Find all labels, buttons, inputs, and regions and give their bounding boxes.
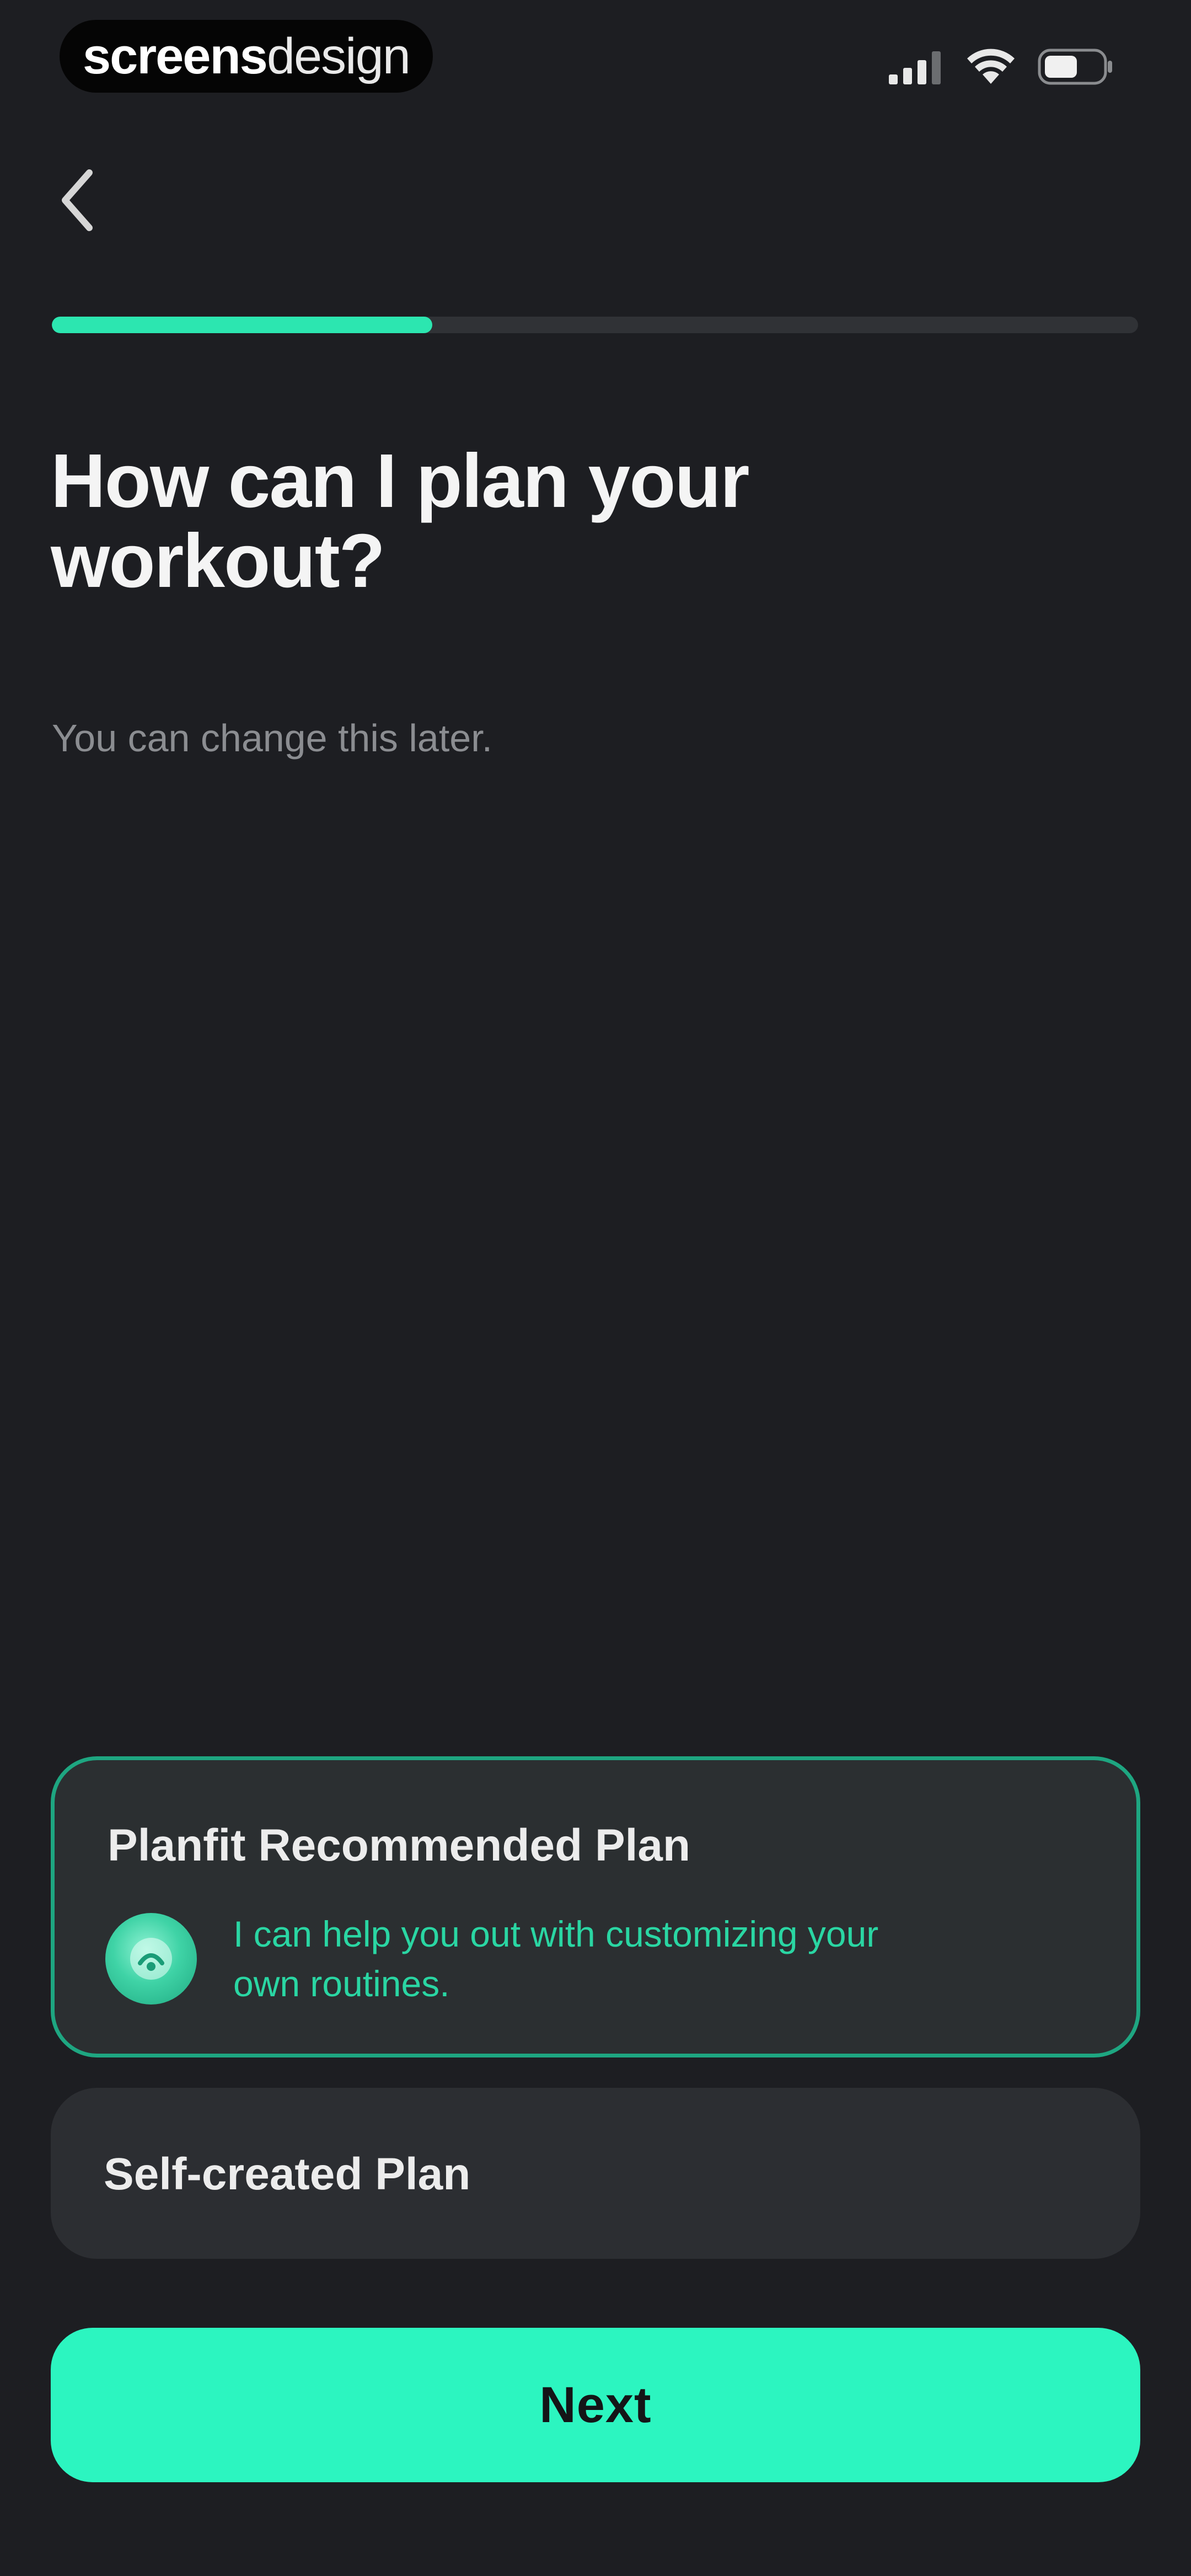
- next-button[interactable]: Next: [51, 2328, 1140, 2482]
- watermark-bold-text: screens: [83, 28, 268, 84]
- coach-avatar-icon: [105, 1913, 197, 2005]
- signal-icon: [889, 49, 944, 87]
- wifi-icon: [966, 49, 1016, 88]
- chevron-left-icon: [57, 168, 97, 235]
- option-self-created-plan[interactable]: Self-created Plan: [51, 2088, 1140, 2259]
- progress-bar-fill: [52, 317, 432, 333]
- page-subtitle: You can change this later.: [52, 717, 493, 760]
- option-title: Planfit Recommended Plan: [108, 1820, 691, 1870]
- page-title: How can I plan your workout?: [51, 439, 750, 603]
- coach-message: I can help you out with customizing your…: [105, 1909, 895, 2008]
- status-icons: [889, 49, 1114, 88]
- progress-bar: [52, 317, 1138, 333]
- option-recommended-plan[interactable]: Planfit Recommended Plan I can help you …: [51, 1756, 1140, 2057]
- status-bar: screens design: [0, 0, 1191, 121]
- coach-description: I can help you out with customizing your…: [233, 1914, 879, 2004]
- watermark-light-text: design: [266, 28, 411, 84]
- watermark-logo: screens design: [60, 20, 433, 93]
- back-button[interactable]: [44, 160, 110, 243]
- battery-icon: [1038, 49, 1114, 88]
- option-title: Self-created Plan: [104, 2149, 471, 2199]
